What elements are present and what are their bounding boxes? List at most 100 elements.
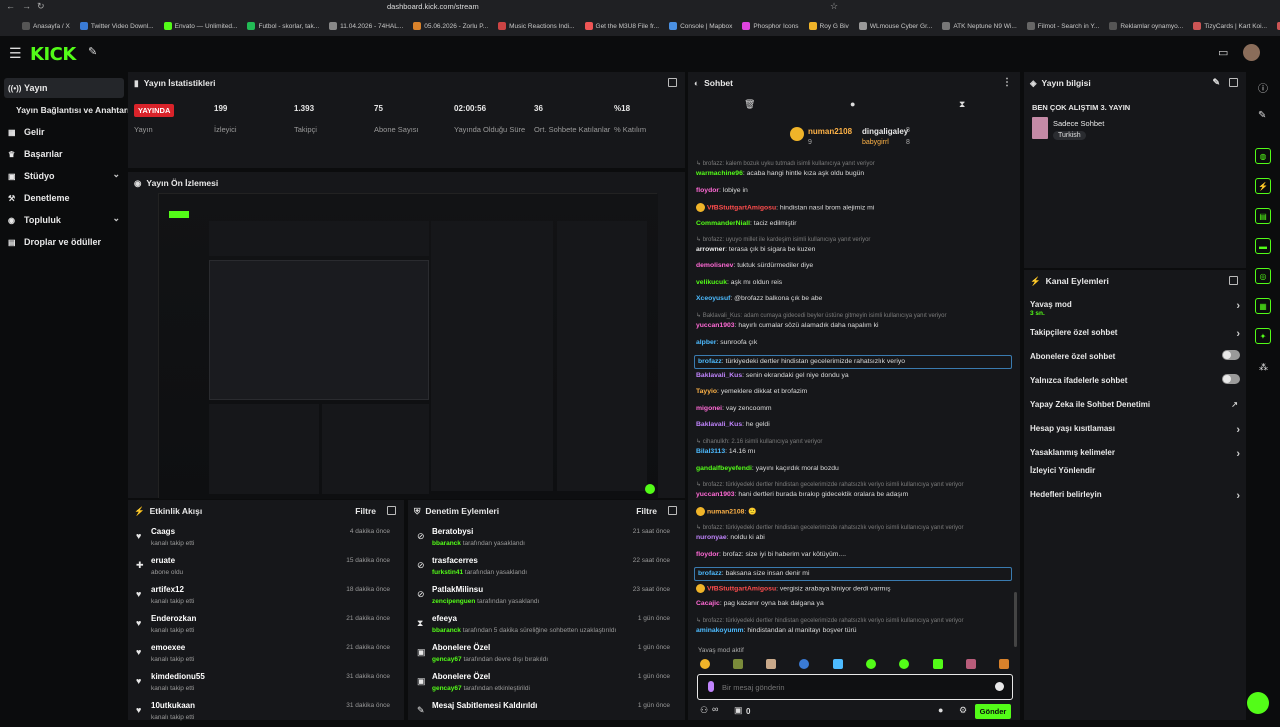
emote-10-icon[interactable]: [999, 659, 1009, 669]
trash-icon[interactable]: 🗑: [744, 99, 755, 110]
bookmark-item[interactable]: Twitter Video Downl...: [79, 22, 154, 30]
points-icon[interactable]: ▣: [734, 705, 743, 716]
emoji-icon[interactable]: [995, 682, 1004, 691]
chat-message[interactable]: yuccan1903: hani dertleri burada bırakıp…: [696, 491, 1014, 498]
bookmark-item[interactable]: Get the M3U8 File fr...: [584, 22, 659, 30]
top-user-2-name[interactable]: dingaligaley: [862, 127, 908, 136]
external-link-icon[interactable]: ↗: [1231, 400, 1238, 409]
chat-username[interactable]: arrowner: [696, 246, 725, 253]
rail-tool-icon[interactable]: ✦: [1255, 328, 1271, 344]
moderator-name[interactable]: gencay67: [432, 656, 462, 663]
expand-icon[interactable]: [1229, 78, 1238, 87]
chat-username[interactable]: numan2108: [707, 508, 744, 515]
bookmark-item[interactable]: 05.06.2026 - Zorlu P...: [413, 22, 488, 30]
channel-action-item[interactable]: Takipçilere özel sohbet ›: [1030, 328, 1240, 340]
moderator-name[interactable]: zencipenguen: [432, 598, 475, 605]
activity-row[interactable]: ♥ Enderozkan kanalı takip etti 21 dakika ön…: [128, 611, 398, 640]
expand-icon[interactable]: [668, 78, 677, 87]
chat-username[interactable]: yuccan1903: [696, 322, 735, 329]
chat-message[interactable]: VfBStuttgartAmigosu: hindistan nasıl bro…: [696, 203, 1014, 212]
rail-bolt-icon[interactable]: ⚡: [1255, 178, 1271, 194]
chat-message[interactable]: Baklavali_Kus: senin ekrandaki gel niye …: [696, 372, 1014, 379]
chat-input[interactable]: [722, 680, 982, 694]
rail-bell-icon[interactable]: ◍: [1255, 148, 1271, 164]
bookmark-item[interactable]: Futbol - skorlar, tak...: [247, 22, 319, 30]
chevron-down-icon[interactable]: ⌄: [112, 213, 120, 224]
edit-icon[interactable]: ✎: [1212, 77, 1220, 88]
toggle-switch[interactable]: [1222, 374, 1240, 384]
chat-scrollbar[interactable]: [1014, 592, 1017, 647]
moderation-target[interactable]: Beratobysi: [432, 527, 473, 536]
chat-message[interactable]: aminakoyumm: hindistandan al manitayı bo…: [696, 627, 1014, 634]
top-user-3-name[interactable]: babygirrl: [862, 139, 889, 146]
chat-username[interactable]: gandalfbeyefendi: [696, 465, 752, 472]
edit-icon[interactable]: ✎: [1258, 110, 1266, 121]
rail-grid-icon[interactable]: ▦: [1255, 298, 1271, 314]
chat-message[interactable]: Tayyio: yemeklere dikkat et brofazim: [696, 388, 1014, 395]
chat-message[interactable]: nuronyae: noldu ki abi: [696, 534, 1014, 541]
emote-7-icon[interactable]: [899, 659, 909, 669]
moderator-name[interactable]: furkstin41: [432, 569, 463, 576]
chat-message[interactable]: VfBStuttgartAmigosu: vergisiz arabaya bi…: [696, 584, 1014, 593]
chat-username[interactable]: CommanderNiall: [696, 220, 750, 227]
chat-username[interactable]: alpber: [696, 339, 716, 346]
expand-icon[interactable]: [1229, 276, 1238, 285]
hourglass-icon[interactable]: ⧗: [959, 99, 965, 110]
chat-message[interactable]: demolisnev: tuktuk sürdürmediler diye: [696, 262, 1014, 269]
chat-username[interactable]: brofazz: [698, 570, 722, 577]
rail-chat-icon[interactable]: ▬: [1255, 238, 1271, 254]
sidebar-item-3[interactable]: ♛ Başarılar: [4, 144, 124, 164]
category-thumbnail[interactable]: [1032, 117, 1048, 139]
category-name[interactable]: Sadece Sohbet: [1053, 119, 1104, 128]
chat-message[interactable]: Baklavali_Kus: he geldi: [696, 421, 1014, 428]
url-text[interactable]: dashboard.kick.com/stream: [387, 2, 479, 11]
chat-username[interactable]: floydor: [696, 187, 719, 194]
bookmark-item[interactable]: Anasayfa / X: [22, 22, 70, 30]
chat-message[interactable]: brofazz: türkiyedeki dertler hindistan g…: [694, 355, 1012, 369]
moderation-target[interactable]: Abonelere Özel: [432, 672, 490, 681]
channel-action-item[interactable]: Hesap yaşı kısıtlaması ›: [1030, 424, 1240, 436]
chat-reply-context[interactable]: ↳ brofazz: kalem bozuk uyku tutmadı isim…: [696, 160, 1014, 167]
activity-username[interactable]: artifex12: [151, 585, 184, 594]
chat-bubble-icon[interactable]: ●: [938, 705, 943, 715]
chat-reply-context[interactable]: ↳ brofazz: türkiyedeki dertler hindistan…: [696, 524, 1014, 531]
emote-9-icon[interactable]: [966, 659, 976, 669]
chat-username[interactable]: Cacajic: [696, 600, 720, 607]
emote-4-icon[interactable]: [799, 659, 809, 669]
channel-action-item[interactable]: Hedefleri belirleyin ›: [1030, 490, 1240, 502]
chat-message[interactable]: CommanderNiall: taciz edilmiştir: [696, 220, 1014, 227]
chat-message[interactable]: Cacajic: pag kazanır oyna bak dalgana ya: [696, 600, 1014, 607]
bookmark-item[interactable]: TizyCards | Kart Koi...: [1193, 22, 1267, 30]
channel-action-item[interactable]: İzleyici Yönlendir: [1030, 466, 1240, 475]
moderation-row[interactable]: ⊘ Beratobysi bbaranck tarafından yasakland…: [408, 524, 678, 553]
chat-message[interactable]: numan2108: 🙂: [696, 507, 1014, 516]
sidebar-item-5[interactable]: ⚒ Denetleme: [4, 188, 124, 208]
moderation-target[interactable]: trasfacerres: [432, 556, 478, 565]
bookmark-item[interactable]: Filmot - Search in Y...: [1026, 22, 1099, 30]
moderation-target[interactable]: PatlakMilinsu: [432, 585, 483, 594]
bookmark-item[interactable]: Phosphor Icons: [742, 22, 799, 30]
chat-reply-context[interactable]: ↳ Baklavali_Kus: adam cumaya gidecedi be…: [696, 312, 1014, 319]
chat-username[interactable]: nuronyae: [696, 534, 727, 541]
moderation-target[interactable]: Abonelere Özel: [432, 643, 490, 652]
chat-username[interactable]: yuccan1903: [696, 491, 735, 498]
chat-username[interactable]: floydor: [696, 551, 719, 558]
expand-icon[interactable]: [387, 506, 396, 515]
chat-username[interactable]: brofazz: [698, 358, 722, 365]
chat-username[interactable]: demolisnev: [696, 262, 733, 269]
activity-row[interactable]: ♥ emoexee kanalı takip etti 21 dakika önce: [128, 640, 398, 669]
activity-username[interactable]: Caags: [151, 527, 175, 536]
chat-message[interactable]: migonei: vay zencoomm: [696, 405, 1014, 412]
emote-1-icon[interactable]: [700, 659, 710, 669]
bookmark-item[interactable]: Envato — Unlimited...: [163, 22, 237, 30]
emote-6-icon[interactable]: [866, 659, 876, 669]
rail-document-icon[interactable]: ▤: [1255, 208, 1271, 224]
back-icon[interactable]: ←: [6, 1, 15, 11]
chevron-right-icon[interactable]: ›: [1236, 300, 1240, 312]
channel-action-item[interactable]: Abonelere özel sohbet: [1030, 350, 1240, 361]
moderator-name[interactable]: bbaranck: [432, 627, 461, 634]
sidebar-item-6[interactable]: ◉ Topluluk ⌄: [4, 210, 124, 230]
chevron-right-icon[interactable]: ›: [1236, 328, 1240, 340]
emote-2-icon[interactable]: [733, 659, 743, 669]
url-bar[interactable]: ← → ↻ dashboard.kick.com/stream ☆: [0, 0, 1280, 15]
